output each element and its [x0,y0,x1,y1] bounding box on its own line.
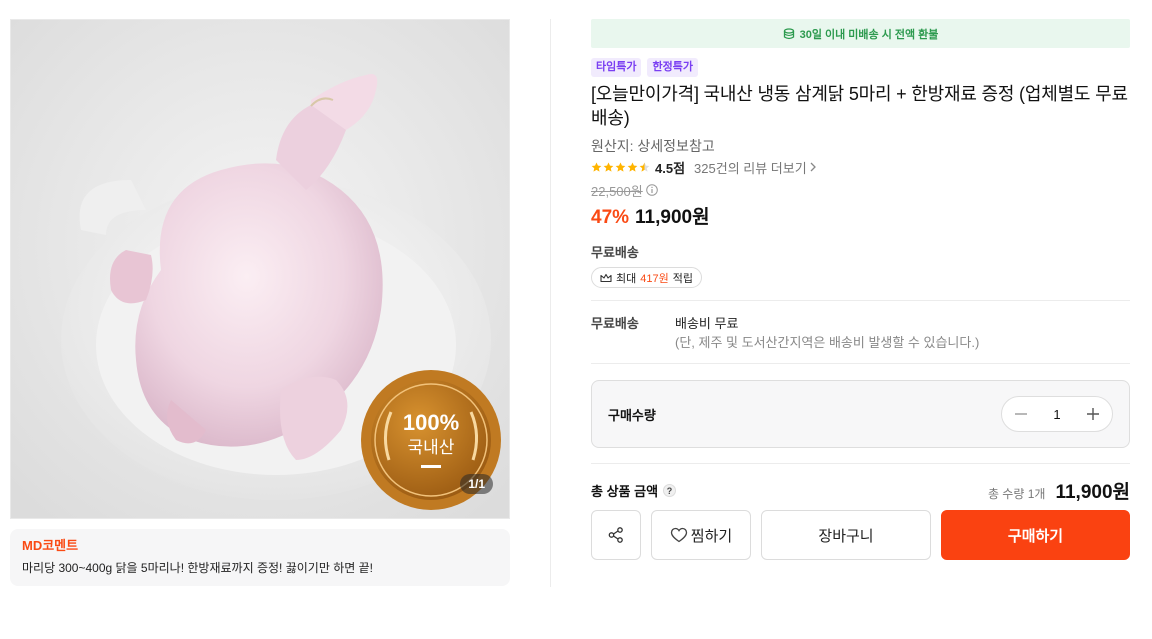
buy-now-button[interactable]: 구매하기 [941,510,1130,560]
star-icon [591,161,602,172]
star-icon [603,161,614,172]
total-price: 11,900원 [1055,481,1130,503]
rating-row: 4.5점 325건의 리뷰 더보기 [591,157,1130,177]
coin-icon [783,27,795,40]
promo-badges: 타임특가 한정특가 [591,58,1130,77]
quantity-stepper: 1 [1001,396,1113,432]
product-title: [오늘만이가격] 국내산 냉동 삼계닭 5마리 + 한방재료 증정 (업체별도 … [591,84,1128,128]
original-price-row: 22,500원 [591,182,1130,199]
divider [591,463,1130,464]
svg-text:100%: 100% [403,410,459,435]
quantity-label: 구매수량 [608,407,656,423]
svg-text:국내산: 국내산 [408,438,455,458]
svg-text:?: ? [667,485,673,495]
star-half-icon [639,161,650,172]
shipping-note: (단, 제주 및 도서산간지역은 배송비 발생할 수 있습니다.) [675,335,980,350]
free-shipping-label: 무료배송 [591,245,639,260]
md-comment-text: 마리당 300~400g 닭을 5마리나! 한방재료까지 증정! 끓이기만 하면… [22,561,373,575]
price-row: 47% 11,900원 [591,202,1130,228]
shipping-label: 무료배송 [591,316,639,331]
rating-score: 4.5점 [655,160,686,176]
share-icon [608,527,623,543]
refund-banner: 30일 이내 미배송 시 전액 환불 [591,19,1130,48]
action-buttons: 찜하기 장바구니 구매하기 [591,510,1130,560]
review-more-label: 325건의 리뷰 더보기 [694,160,807,176]
review-more-link[interactable]: 325건의 리뷰 더보기 [694,158,817,177]
md-comment-title: MD코멘트 [22,538,79,553]
discount-rate: 47% [591,207,630,228]
original-price: 22,500원 [591,183,643,199]
points-chip: 최대 417원 적립 [591,267,702,288]
minus-icon[interactable] [1014,407,1028,421]
divider [591,363,1130,364]
share-button[interactable] [591,510,641,560]
star-rating [591,161,650,173]
shipping-fee: 배송비 무료 [675,316,739,331]
badge-time-sale: 타임특가 [591,58,642,77]
wishlist-button[interactable]: 찜하기 [651,510,751,560]
crown-icon [600,273,612,282]
star-icon [615,161,626,172]
star-icon [627,161,638,172]
info-icon[interactable] [645,184,658,196]
product-origin: 원산지: 상세정보참고 [591,138,715,154]
total-quantity: 총 수량 1개 [987,486,1046,501]
quantity-value[interactable]: 1 [1053,407,1060,422]
badge-limited-sale: 한정특가 [647,58,698,77]
chevron-right-icon [810,162,816,172]
points-amount: 417원 [640,272,669,285]
total-label: 총 상품 금액 [591,483,659,499]
image-counter: 1/1 [460,474,493,494]
points-prefix: 최대 [616,272,637,285]
product-image-gallery[interactable]: 100% 국내산 1/1 [10,19,510,519]
md-comment: MD코멘트 마리당 300~400g 닭을 5마리나! 한방재료까지 증정! 끓… [10,529,510,586]
add-to-cart-button[interactable]: 장바구니 [761,510,931,560]
column-divider [550,19,551,587]
sale-price: 11,900원 [635,207,710,228]
product-photo: 100% 국내산 [11,20,509,518]
plus-icon[interactable] [1086,407,1100,421]
total-row: 총 상품 금액 ? 총 수량 1개 11,900원 [591,478,1130,503]
shipping-info: 무료배송 배송비 무료 (단, 제주 및 도서산간지역은 배송비 발생할 수 있… [591,301,1130,363]
refund-banner-text: 30일 이내 미배송 시 전액 환불 [799,28,939,41]
heart-icon [670,527,687,543]
wishlist-label: 찜하기 [690,527,733,545]
points-suffix: 적립 [672,272,693,285]
quantity-box: 구매수량 1 [591,380,1130,448]
product-info-panel: 30일 이내 미배송 시 전액 환불 타임특가 한정특가 [오늘만이가격] 국내… [591,19,1130,560]
help-icon[interactable]: ? [663,483,677,497]
